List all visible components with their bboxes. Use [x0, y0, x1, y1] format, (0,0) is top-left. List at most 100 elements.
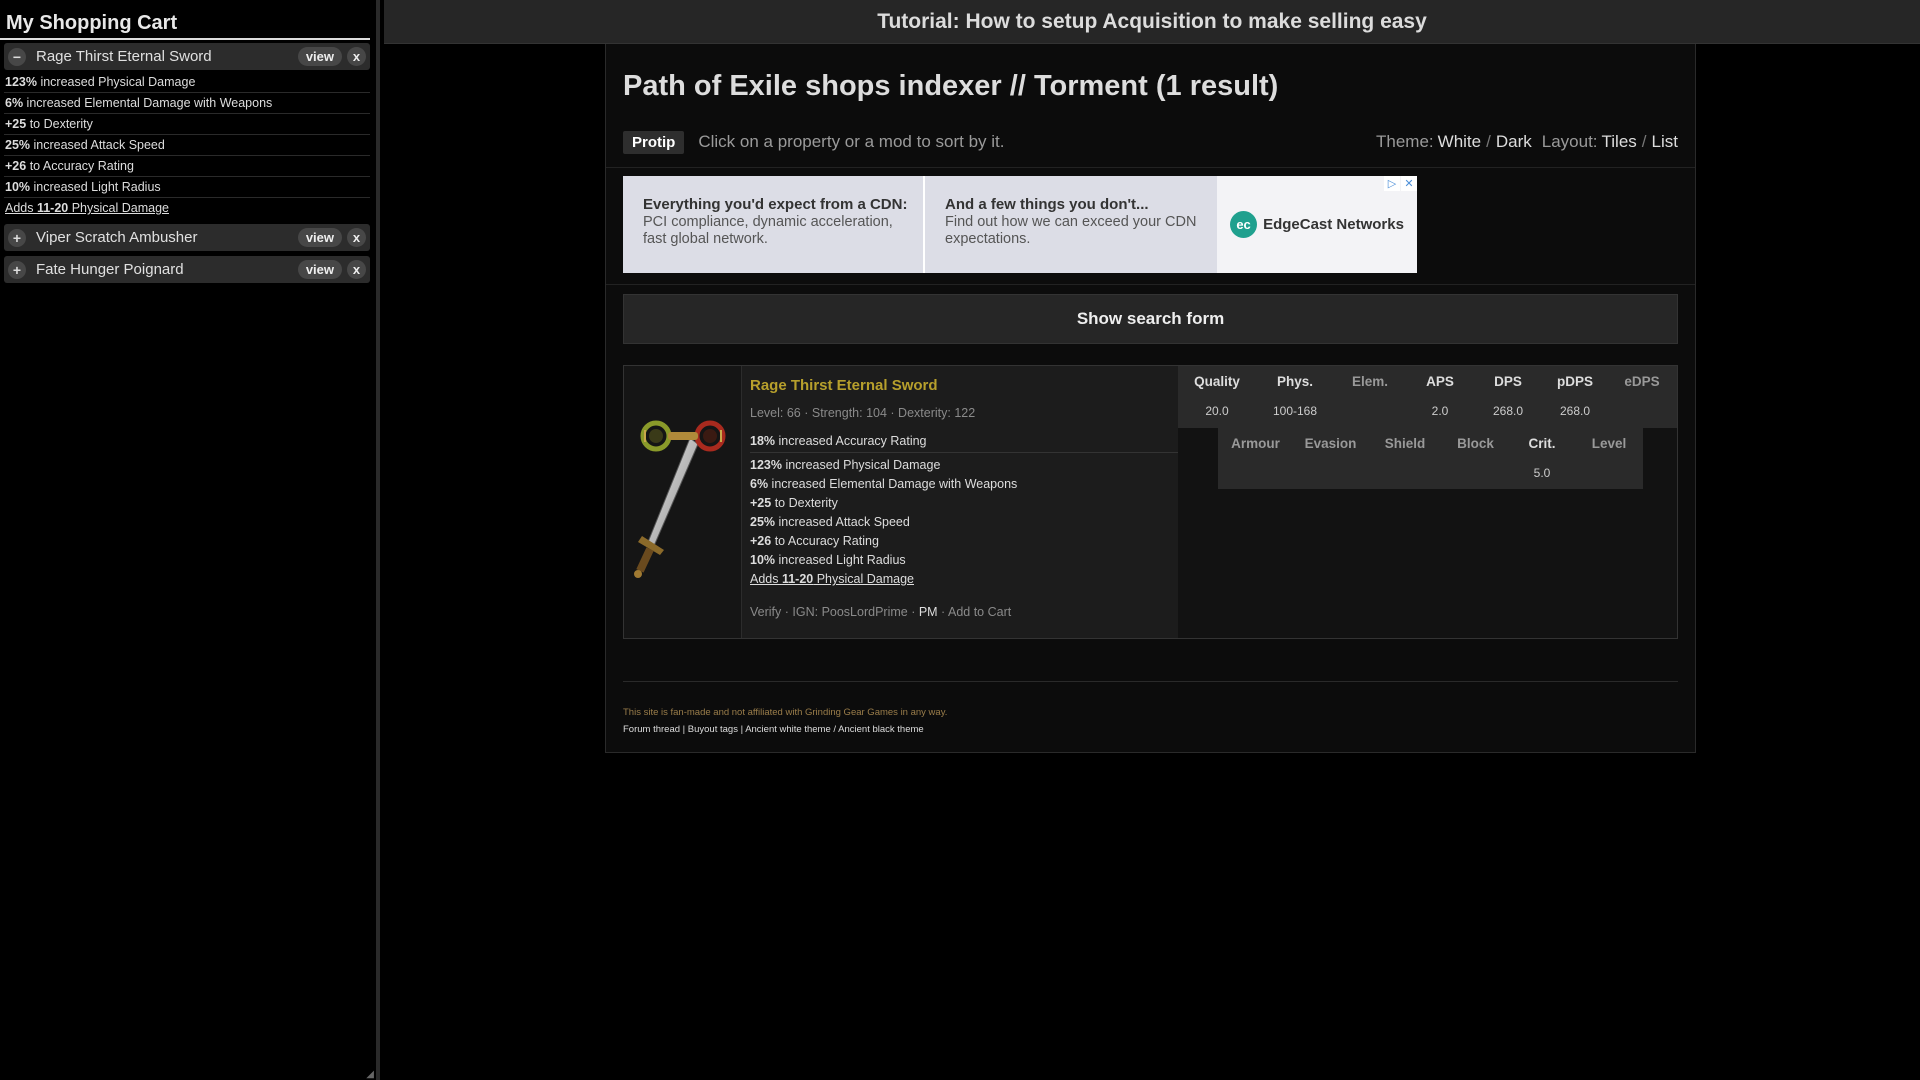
show-search-form-button[interactable]: Show search form [623, 294, 1678, 344]
pm-link[interactable]: PM [919, 605, 938, 619]
view-button[interactable]: view [297, 228, 342, 247]
stat-header-crit[interactable]: Crit. [1509, 436, 1575, 451]
verify-link[interactable]: Verify [750, 605, 781, 619]
stat-header-edps[interactable]: eDPS [1608, 374, 1676, 389]
cart-mod[interactable]: 123% increased Physical Damage [4, 72, 370, 93]
cart-item-mods: 123% increased Physical Damage 6% increa… [4, 72, 370, 218]
stat-header-phys[interactable]: Phys. [1256, 374, 1334, 389]
protip-label: Protip [623, 130, 685, 154]
remove-button[interactable]: x [347, 47, 366, 66]
cart-mod[interactable]: +26 to Accuracy Rating [4, 156, 370, 177]
item-mod[interactable]: 123% increased Physical Damage [750, 455, 1178, 474]
shopping-cart-sidebar: My Shopping Cart − Rage Thirst Eternal S… [0, 0, 380, 1080]
layout-list-link[interactable]: List [1652, 132, 1678, 152]
ancient-white-theme-link[interactable]: Ancient white theme [745, 724, 831, 735]
ad-column: Everything you'd expect from a CDN: PCI … [623, 176, 925, 273]
stat-header-armour[interactable]: Armour [1218, 436, 1293, 451]
advertisement-banner[interactable]: Everything you'd expect from a CDN: PCI … [623, 176, 1417, 273]
req-strength[interactable]: 104 [866, 406, 887, 420]
cart-item-name[interactable]: Rage Thirst Eternal Sword [36, 48, 212, 65]
layout-tiles-link[interactable]: Tiles [1602, 132, 1637, 152]
item-mod[interactable]: 6% increased Elemental Damage with Weapo… [750, 474, 1178, 493]
expand-toggle-button[interactable]: + [8, 260, 26, 279]
cart-mod-link[interactable]: Adds 11-20 Physical Damage [4, 198, 370, 218]
remove-button[interactable]: x [347, 260, 366, 279]
cart-item: + Fate Hunger Poignard view x [4, 256, 370, 283]
stat-value: 5.0 [1533, 466, 1551, 480]
cart-mod[interactable]: 10% increased Light Radius [4, 177, 370, 198]
stat-header-quality[interactable]: Quality [1178, 374, 1256, 389]
stat-header-pdps[interactable]: pDPS [1542, 374, 1608, 389]
req-level[interactable]: 66 [787, 406, 801, 420]
ad-brand-name: EdgeCast Networks [1263, 216, 1404, 233]
cart-mod[interactable]: 6% increased Elemental Damage with Weapo… [4, 93, 370, 114]
cart-item-name[interactable]: Viper Scratch Ambusher [36, 229, 197, 246]
item-name[interactable]: Rage Thirst Eternal Sword [750, 377, 1178, 394]
announcement-bar: Tutorial: How to setup Acquisition to ma… [384, 0, 1920, 44]
stat-value: 268.0 [1492, 404, 1524, 418]
add-to-cart-link[interactable]: Add to Cart [948, 605, 1011, 619]
stat-header-shield[interactable]: Shield [1368, 436, 1442, 451]
stats-table-defense: Armour Evasion Shield Block Crit. Level … [1218, 428, 1643, 489]
stat-header-block[interactable]: Block [1442, 436, 1509, 451]
announcement-link[interactable]: Tutorial: How to setup Acquisition to ma… [877, 10, 1427, 34]
view-button[interactable]: view [297, 47, 342, 66]
footer-disclaimer: This site is fan-made and not affiliated… [623, 707, 948, 718]
item-mod[interactable]: 10% increased Light Radius [750, 550, 1178, 569]
theme-white-link[interactable]: White [1438, 132, 1481, 152]
stat-value: 20.0 [1205, 404, 1229, 418]
cart-item-header: + Viper Scratch Ambusher view x [4, 224, 370, 251]
item-mod[interactable]: 25% increased Attack Speed [750, 512, 1178, 531]
item-mod[interactable]: +26 to Accuracy Rating [750, 531, 1178, 550]
item-info: Rage Thirst Eternal Sword Level: 66 · St… [750, 366, 1178, 619]
req-dexterity[interactable]: 122 [954, 406, 975, 420]
ad-choices-icon[interactable]: ▷ [1384, 176, 1400, 191]
footer-links: Forum thread | Buyout tags | Ancient whi… [623, 724, 924, 735]
ancient-black-theme-link[interactable]: Ancient black theme [838, 724, 924, 735]
stats-value-row: 5.0 [1218, 458, 1643, 488]
collapse-toggle-button[interactable]: − [8, 47, 26, 66]
separator: / [1486, 132, 1491, 151]
item-mod[interactable]: +25 to Dexterity [750, 493, 1178, 512]
item-image [624, 366, 742, 638]
stats-value-row: 20.0 100-168 2.0 268.0 268.0 [1178, 396, 1677, 426]
divider [606, 284, 1695, 285]
separator: / [1641, 132, 1647, 151]
cart-item-header: − Rage Thirst Eternal Sword view x [4, 43, 370, 70]
view-button[interactable]: view [297, 260, 342, 279]
seller-ign[interactable]: PoosLordPrime [822, 605, 908, 619]
cart-item: + Viper Scratch Ambusher view x [4, 224, 370, 251]
expand-toggle-button[interactable]: + [8, 228, 26, 247]
stat-header-aps[interactable]: APS [1406, 374, 1474, 389]
item-mods: 18% increased Accuracy Rating 123% incre… [750, 431, 1178, 588]
stats-header-row: Armour Evasion Shield Block Crit. Level [1218, 428, 1643, 458]
stat-header-level[interactable]: Level [1575, 436, 1643, 451]
remove-button[interactable]: x [347, 228, 366, 247]
stat-header-evasion[interactable]: Evasion [1293, 436, 1368, 451]
divider [623, 681, 1678, 682]
cart-item-name[interactable]: Fate Hunger Poignard [36, 261, 184, 278]
item-actions: Verify · IGN: PoosLordPrime · PM · Add t… [750, 605, 1012, 619]
stat-header-elem[interactable]: Elem. [1334, 374, 1406, 389]
stat-header-dps[interactable]: DPS [1474, 374, 1542, 389]
cart-item-header: + Fate Hunger Poignard view x [4, 256, 370, 283]
stat-value: 2.0 [1431, 404, 1449, 418]
cart-mod[interactable]: +25 to Dexterity [4, 114, 370, 135]
item-result: Rage Thirst Eternal Sword Level: 66 · St… [623, 365, 1678, 639]
cart-mod[interactable]: 25% increased Attack Speed [4, 135, 370, 156]
theme-label: Theme: [1376, 132, 1434, 151]
ad-column: And a few things you don't... Find out h… [925, 176, 1217, 273]
implicit-mod[interactable]: 18% increased Accuracy Rating [750, 431, 1178, 453]
theme-dark-link[interactable]: Dark [1496, 132, 1532, 152]
forum-thread-link[interactable]: Forum thread [623, 724, 680, 735]
resize-grip-icon[interactable]: ◢ [366, 1069, 374, 1080]
cart-title: My Shopping Cart [0, 0, 370, 40]
layout-label: Layout: [1541, 132, 1598, 151]
item-mod-link[interactable]: Adds 11-20 Physical Damage [750, 569, 1178, 588]
buyout-tags-link[interactable]: Buyout tags [688, 724, 738, 735]
ad-controls: ▷ ✕ [1383, 176, 1417, 191]
stats-table-weapon: Quality Phys. Elem. APS DPS pDPS eDPS 20… [1178, 366, 1677, 428]
stats-header-row: Quality Phys. Elem. APS DPS pDPS eDPS [1178, 366, 1677, 396]
protip: Protip Click on a property or a mod to s… [623, 130, 1004, 154]
close-icon[interactable]: ✕ [1401, 176, 1417, 191]
